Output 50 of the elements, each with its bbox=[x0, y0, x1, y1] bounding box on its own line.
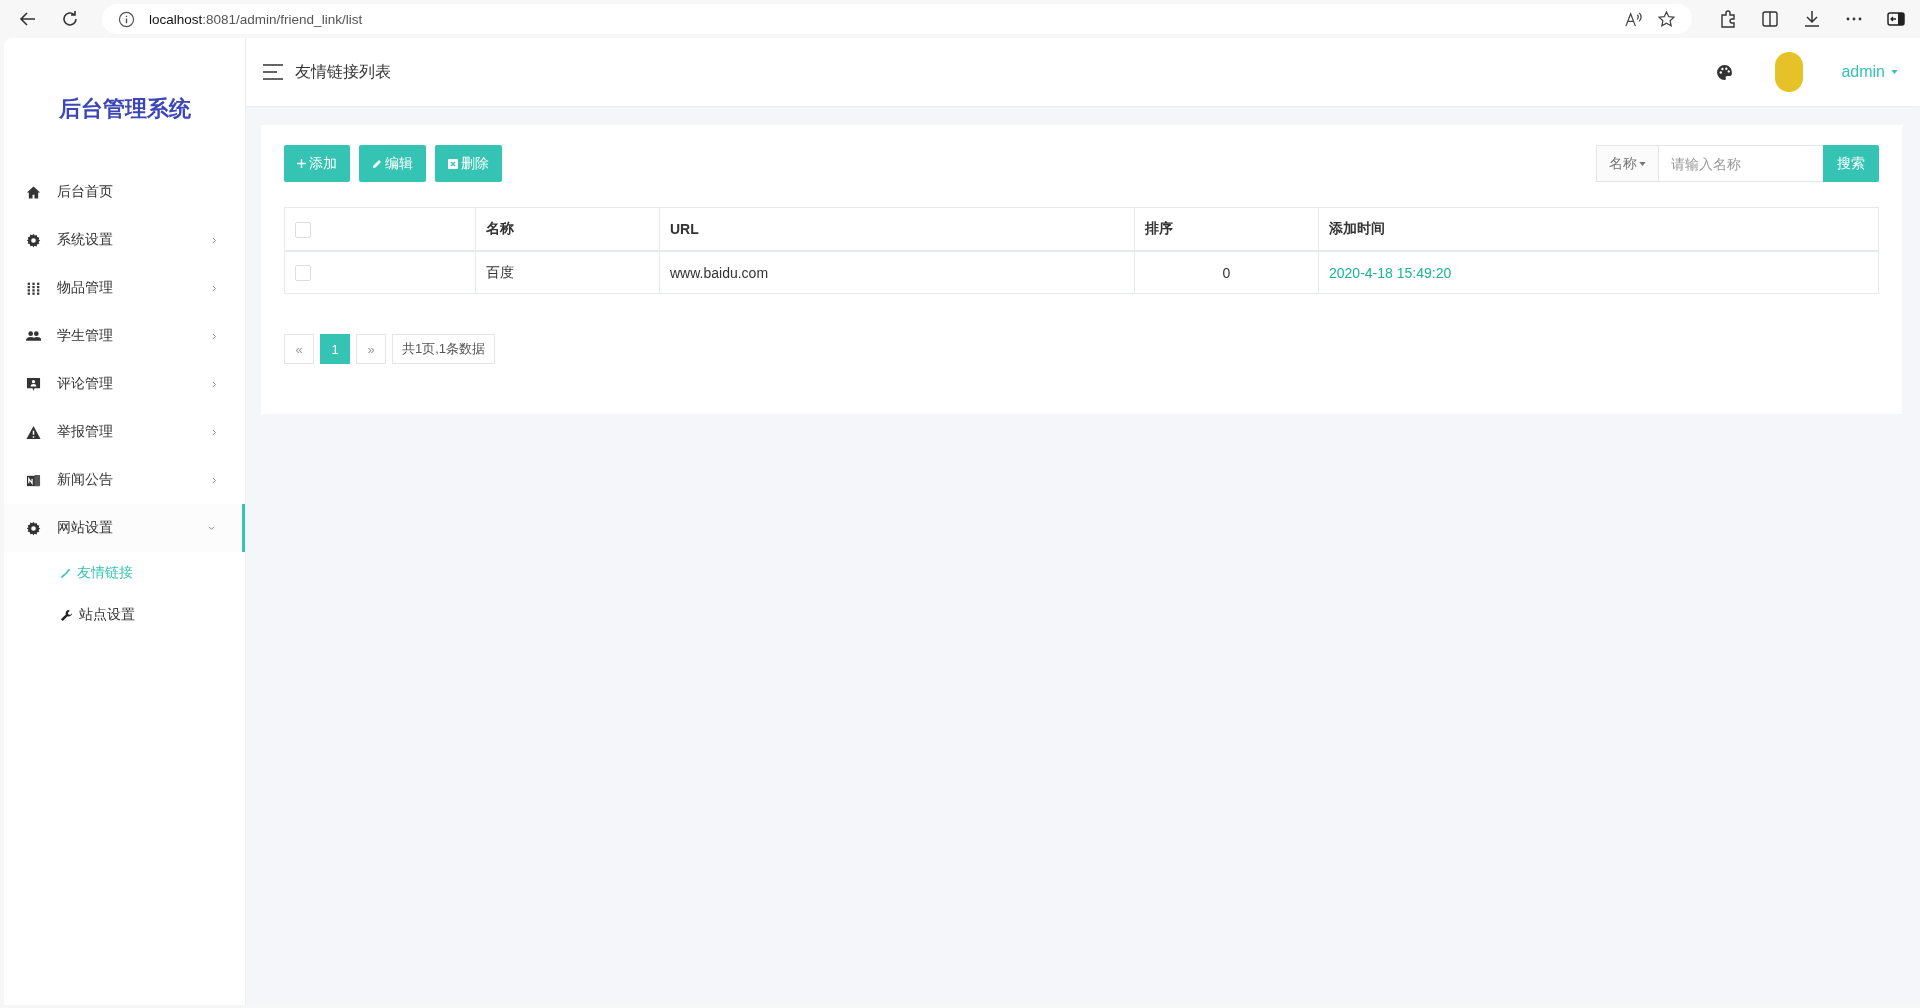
table-cell: 百度 bbox=[475, 251, 660, 294]
reload-icon[interactable] bbox=[60, 9, 80, 29]
field-dropdown[interactable]: 名称 bbox=[1596, 145, 1658, 182]
column-header: 添加时间 bbox=[1318, 207, 1879, 251]
sidebar-item[interactable]: 学生管理 bbox=[4, 312, 245, 360]
warning-icon bbox=[26, 424, 41, 440]
page-title: 友情链接列表 bbox=[295, 61, 391, 82]
sidebar-item[interactable]: 系统设置 bbox=[4, 216, 245, 264]
sidebar-icon[interactable] bbox=[1886, 9, 1906, 29]
menu-icon[interactable] bbox=[263, 64, 283, 80]
search-field[interactable]: 请输入名称 bbox=[1658, 145, 1823, 182]
split-screen-icon[interactable] bbox=[1760, 9, 1780, 29]
table-cell: www.baidu.com bbox=[659, 251, 1135, 294]
caret-icon bbox=[1639, 161, 1646, 166]
star-icon[interactable] bbox=[1657, 9, 1676, 29]
caret-icon bbox=[1891, 70, 1898, 74]
download-icon[interactable] bbox=[1802, 9, 1822, 29]
gear-icon bbox=[26, 232, 41, 248]
address-bar[interactable]: localhost:8081/admin/friend_link/list bbox=[102, 4, 1692, 34]
link-icon bbox=[60, 567, 71, 579]
people-icon bbox=[26, 328, 41, 344]
read-aloud-icon[interactable] bbox=[1624, 9, 1643, 29]
column-header: 排序 bbox=[1134, 207, 1319, 251]
sidebar-subitem[interactable]: 站点设置 bbox=[4, 594, 245, 636]
sidebar-item[interactable]: 后台首页 bbox=[4, 168, 245, 216]
column-header: URL bbox=[659, 207, 1135, 251]
column-header: 名称 bbox=[475, 207, 660, 251]
row-checkbox[interactable] bbox=[295, 265, 311, 282]
sidebar-item[interactable]: 物品管理 bbox=[4, 264, 245, 312]
sidebar-item[interactable]: 评论管理 bbox=[4, 360, 245, 408]
extensions-icon[interactable] bbox=[1718, 9, 1738, 29]
sidebar-item[interactable]: 举报管理 bbox=[4, 408, 245, 456]
info-icon[interactable] bbox=[118, 10, 135, 28]
news-icon bbox=[26, 472, 41, 488]
palette-icon[interactable] bbox=[1716, 63, 1734, 81]
plus-icon bbox=[297, 159, 306, 168]
close-box-icon bbox=[448, 158, 458, 169]
app-logo-text: 后台管理系统 bbox=[57, 95, 192, 123]
comment-icon bbox=[26, 376, 41, 392]
table-cell: 0 bbox=[1134, 251, 1319, 294]
url-text: localhost:8081/admin/friend_link/list bbox=[149, 11, 363, 27]
home-icon bbox=[26, 184, 41, 200]
wrench-icon bbox=[60, 608, 73, 622]
pagination-summary: 共1页,1条数据 bbox=[392, 334, 496, 364]
table-cell: 2020-4-18 15:49:20 bbox=[1318, 251, 1879, 294]
select-all-checkbox[interactable] bbox=[295, 221, 311, 238]
grid-icon bbox=[26, 280, 41, 296]
gear-icon bbox=[26, 520, 41, 536]
sidebar-item[interactable]: 新闻公告 bbox=[4, 456, 245, 504]
pencil-icon bbox=[372, 158, 382, 169]
